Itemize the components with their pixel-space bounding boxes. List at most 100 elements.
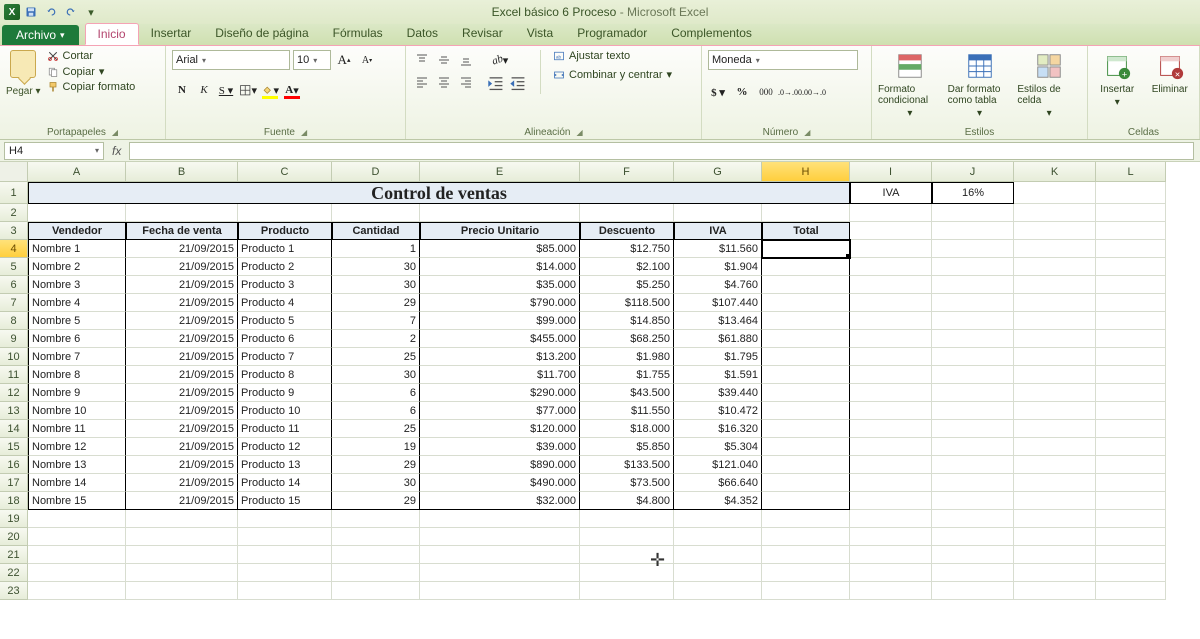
cell[interactable]: 25	[332, 420, 420, 438]
col-header-A[interactable]: A	[28, 162, 126, 182]
cell[interactable]	[1096, 276, 1166, 294]
cell[interactable]	[850, 384, 932, 402]
cell[interactable]	[126, 564, 238, 582]
cell[interactable]	[332, 528, 420, 546]
worksheet[interactable]: ABCDEFGHIJKL 123456789101112131415161718…	[0, 162, 1200, 639]
cell[interactable]	[850, 456, 932, 474]
cell[interactable]	[932, 474, 1014, 492]
cell[interactable]	[580, 528, 674, 546]
underline-button[interactable]: S ▾	[216, 80, 236, 100]
cell[interactable]	[28, 204, 126, 222]
cell[interactable]	[674, 582, 762, 600]
cell[interactable]	[762, 564, 850, 582]
cell[interactable]: Total	[762, 222, 850, 240]
cell[interactable]	[932, 546, 1014, 564]
font-launcher[interactable]: ◢	[301, 128, 307, 137]
undo-button[interactable]	[42, 3, 60, 21]
cell[interactable]: Nombre 15	[28, 492, 126, 510]
cell[interactable]	[850, 438, 932, 456]
cell[interactable]: 21/09/2015	[126, 276, 238, 294]
cell[interactable]	[850, 258, 932, 276]
cell[interactable]: 21/09/2015	[126, 474, 238, 492]
cell[interactable]: Nombre 6	[28, 330, 126, 348]
row-header-23[interactable]: 23	[0, 582, 28, 600]
cell[interactable]: 21/09/2015	[126, 330, 238, 348]
conditional-format-button[interactable]: Formato condicional ▾	[878, 50, 942, 119]
row-header-13[interactable]: 13	[0, 402, 28, 420]
cell[interactable]	[1096, 240, 1166, 258]
cell[interactable]	[332, 510, 420, 528]
cell[interactable]	[1096, 564, 1166, 582]
cell[interactable]: Nombre 2	[28, 258, 126, 276]
row-header-20[interactable]: 20	[0, 528, 28, 546]
cell[interactable]	[762, 348, 850, 366]
cell[interactable]	[932, 492, 1014, 510]
cell[interactable]	[580, 582, 674, 600]
cell[interactable]: $35.000	[420, 276, 580, 294]
tab-datos[interactable]: Datos	[395, 23, 450, 45]
cell[interactable]	[762, 294, 850, 312]
cell[interactable]	[28, 528, 126, 546]
number-format-combo[interactable]: Moneda▾	[708, 50, 858, 70]
cell[interactable]: $32.000	[420, 492, 580, 510]
col-header-H[interactable]: H	[762, 162, 850, 182]
cell[interactable]	[932, 348, 1014, 366]
cell[interactable]: $4.800	[580, 492, 674, 510]
cell[interactable]: Nombre 8	[28, 366, 126, 384]
cell[interactable]: 1	[332, 240, 420, 258]
format-painter-button[interactable]: Copiar formato	[47, 81, 136, 93]
cell[interactable]	[1014, 420, 1096, 438]
cell[interactable]: Fecha de venta	[126, 222, 238, 240]
cell[interactable]	[932, 258, 1014, 276]
cell[interactable]: Nombre 12	[28, 438, 126, 456]
cell[interactable]	[1014, 348, 1096, 366]
cell[interactable]	[1096, 204, 1166, 222]
cell[interactable]: Producto 4	[238, 294, 332, 312]
row-header-14[interactable]: 14	[0, 420, 28, 438]
cell[interactable]: $12.750	[580, 240, 674, 258]
cell[interactable]: Descuento	[580, 222, 674, 240]
cell[interactable]	[1014, 402, 1096, 420]
number-launcher[interactable]: ◢	[804, 128, 810, 137]
cell[interactable]	[850, 222, 932, 240]
row-header-22[interactable]: 22	[0, 564, 28, 582]
active-cell[interactable]	[762, 240, 850, 258]
cell[interactable]	[932, 438, 1014, 456]
cell[interactable]: $77.000	[420, 402, 580, 420]
save-button[interactable]	[22, 3, 40, 21]
cell[interactable]: $99.000	[420, 312, 580, 330]
cell[interactable]: 6	[332, 402, 420, 420]
cell[interactable]	[932, 564, 1014, 582]
select-all-corner[interactable]	[0, 162, 28, 182]
cell[interactable]	[1014, 438, 1096, 456]
cell[interactable]	[850, 510, 932, 528]
cell[interactable]: $2.100	[580, 258, 674, 276]
decrease-indent-button[interactable]	[486, 73, 506, 93]
cell[interactable]: 21/09/2015	[126, 258, 238, 276]
cell[interactable]	[238, 546, 332, 564]
cell[interactable]	[1014, 222, 1096, 240]
cell[interactable]: $890.000	[420, 456, 580, 474]
cell[interactable]	[932, 312, 1014, 330]
accounting-format-button[interactable]: $ ▾	[708, 82, 728, 102]
cell[interactable]	[238, 510, 332, 528]
cell[interactable]: 30	[332, 258, 420, 276]
cell[interactable]: 30	[332, 366, 420, 384]
cell[interactable]	[850, 330, 932, 348]
cell[interactable]	[932, 276, 1014, 294]
cell[interactable]	[762, 420, 850, 438]
cell[interactable]: $39.000	[420, 438, 580, 456]
cell[interactable]	[762, 510, 850, 528]
cell[interactable]: $455.000	[420, 330, 580, 348]
cell[interactable]	[674, 528, 762, 546]
cell[interactable]	[850, 348, 932, 366]
tab-fórmulas[interactable]: Fórmulas	[321, 23, 395, 45]
cell[interactable]: $120.000	[420, 420, 580, 438]
cell[interactable]: $5.304	[674, 438, 762, 456]
cell[interactable]: Nombre 10	[28, 402, 126, 420]
row-header-2[interactable]: 2	[0, 204, 28, 222]
cell[interactable]	[850, 276, 932, 294]
cell[interactable]	[1014, 510, 1096, 528]
cell[interactable]	[762, 258, 850, 276]
cell[interactable]: 21/09/2015	[126, 402, 238, 420]
